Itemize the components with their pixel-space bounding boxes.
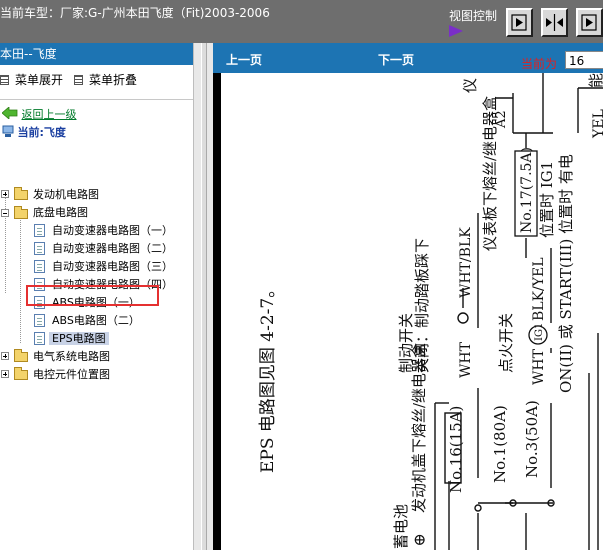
split-arrows-icon xyxy=(546,14,563,31)
play-right-icon xyxy=(511,14,527,31)
selection-highlight-box xyxy=(26,285,159,306)
expand-icon xyxy=(0,75,9,85)
prev-page-link[interactable]: 上一页 xyxy=(226,51,262,68)
sidebar-title: 本田--飞度 xyxy=(0,43,193,65)
folder-icon xyxy=(14,187,28,200)
view-button-split[interactable] xyxy=(541,8,568,37)
view-play-icon[interactable] xyxy=(449,25,463,37)
expand-toggle[interactable] xyxy=(1,190,9,198)
tree-item-ecu-location[interactable]: 电控元件位置图 xyxy=(33,366,110,383)
wire-wht-label-2: WHT xyxy=(531,348,547,385)
back-link-row[interactable]: 返回上一级 xyxy=(1,106,77,123)
diagram-caption: EPS 电路图见图 4-2-7。 xyxy=(258,281,278,473)
tree-item-at-3[interactable]: 自动变速器电路图（三） xyxy=(52,258,173,275)
collapse-menu-button[interactable]: 菜单折叠 xyxy=(74,71,137,88)
sidebar-divider xyxy=(0,99,193,100)
collapse-menu-label: 菜单折叠 xyxy=(89,73,138,87)
page-number-input[interactable]: 16 xyxy=(565,51,603,69)
document-toolbar: 上一页 下一页 当前为 16 xyxy=(213,43,603,73)
car-model-title: 当前车型：厂家:G-广州本田飞度（Fit)2003-2006 xyxy=(0,6,270,20)
folder-icon xyxy=(14,349,28,362)
expand-menu-button[interactable]: 菜单展开 xyxy=(0,71,63,88)
wire-yel-label: YEL xyxy=(591,109,603,139)
tree-item-at-2[interactable]: 自动变速器电路图（二） xyxy=(52,240,173,257)
tree-connector-child xyxy=(20,217,21,343)
battery-label: 蓄电池 xyxy=(392,504,410,549)
tree-item-abs-2[interactable]: ABS电路图（二） xyxy=(52,312,140,329)
document-icon xyxy=(34,314,45,327)
next-page-link[interactable]: 下一页 xyxy=(378,51,414,68)
title-bar: 当前车型：厂家:G-广州本田飞度（Fit)2003-2006 视图控制 xyxy=(0,0,603,43)
panel-splitter[interactable] xyxy=(193,43,213,550)
viewer-edge xyxy=(213,73,221,550)
tree-item-eps[interactable]: EPS电路图 xyxy=(49,330,109,347)
play-right-icon xyxy=(581,14,597,31)
on-start-label: ON(II) 或 START(III) 位置时 有电 xyxy=(557,154,575,393)
collapse-icon xyxy=(74,75,83,85)
wire-wht-label: WHT xyxy=(458,341,474,378)
view-control-label: 视图控制 xyxy=(449,9,498,23)
computer-icon xyxy=(2,125,14,137)
eps-wiring-diagram: EPS 电路图见图 4-2-7。 蓄电池 发动机盖下熔丝/继电器盒 No.16(… xyxy=(258,73,603,550)
view-button-forward[interactable] xyxy=(506,8,533,37)
collapse-toggle[interactable] xyxy=(1,209,9,217)
fuse-no16-label: No.16(15A) xyxy=(447,406,465,493)
document-icon xyxy=(34,224,45,237)
view-button-right[interactable] xyxy=(576,8,603,37)
connector-a2-label: A2 xyxy=(494,110,509,129)
ig-terminal-label: IG1 xyxy=(534,323,545,341)
wire-wht-blk-label: WHT/BLK xyxy=(458,227,474,298)
folder-open-icon xyxy=(14,206,28,219)
back-arrow-icon xyxy=(1,106,18,120)
battery-terminal-icon: ⊕ xyxy=(413,530,426,549)
tree-item-engine[interactable]: 发动机电路图 xyxy=(33,186,99,203)
expand-toggle[interactable] xyxy=(1,352,9,360)
tree-item-chassis[interactable]: 底盘电路图 xyxy=(33,204,88,221)
instrument-label: 仪 xyxy=(461,78,479,93)
wire-blk-yel-label: BLK/YEL xyxy=(531,257,547,321)
current-page-label: 当前为 xyxy=(521,57,558,71)
ignition-switch-label: 点火开关 xyxy=(497,313,515,373)
document-icon xyxy=(34,260,45,273)
back-link[interactable]: 返回上一级 xyxy=(22,108,77,121)
current-label: 当前:飞度 xyxy=(17,126,66,139)
ig1-position-label: 位置时 IG1 xyxy=(538,161,556,238)
tree-item-at-1[interactable]: 自动变速器电路图（一） xyxy=(52,222,173,239)
folder-icon xyxy=(14,367,28,380)
fuse-no3-label: No.3(50A) xyxy=(523,400,541,478)
fuse-no1-label: No.1(80A) xyxy=(491,405,509,483)
document-icon xyxy=(34,242,45,255)
selected-item-label: EPS电路图 xyxy=(49,332,109,345)
document-icon xyxy=(34,332,45,345)
fuse-no17-label: No.17(7.5A) xyxy=(519,147,535,233)
document-viewer: EPS 电路图见图 4-2-7。 蓄电池 发动机盖下熔丝/继电器盒 No.16(… xyxy=(213,73,603,550)
brake-switch-desc: 关闭：制动踏板踩下 xyxy=(413,238,431,373)
expand-menu-label: 菜单展开 xyxy=(15,73,64,87)
current-node: 当前:飞度 xyxy=(2,124,66,141)
partial-label: 能 xyxy=(587,73,603,88)
expand-toggle[interactable] xyxy=(1,370,9,378)
tree-item-electrical[interactable]: 电气系统电路图 xyxy=(33,348,110,365)
